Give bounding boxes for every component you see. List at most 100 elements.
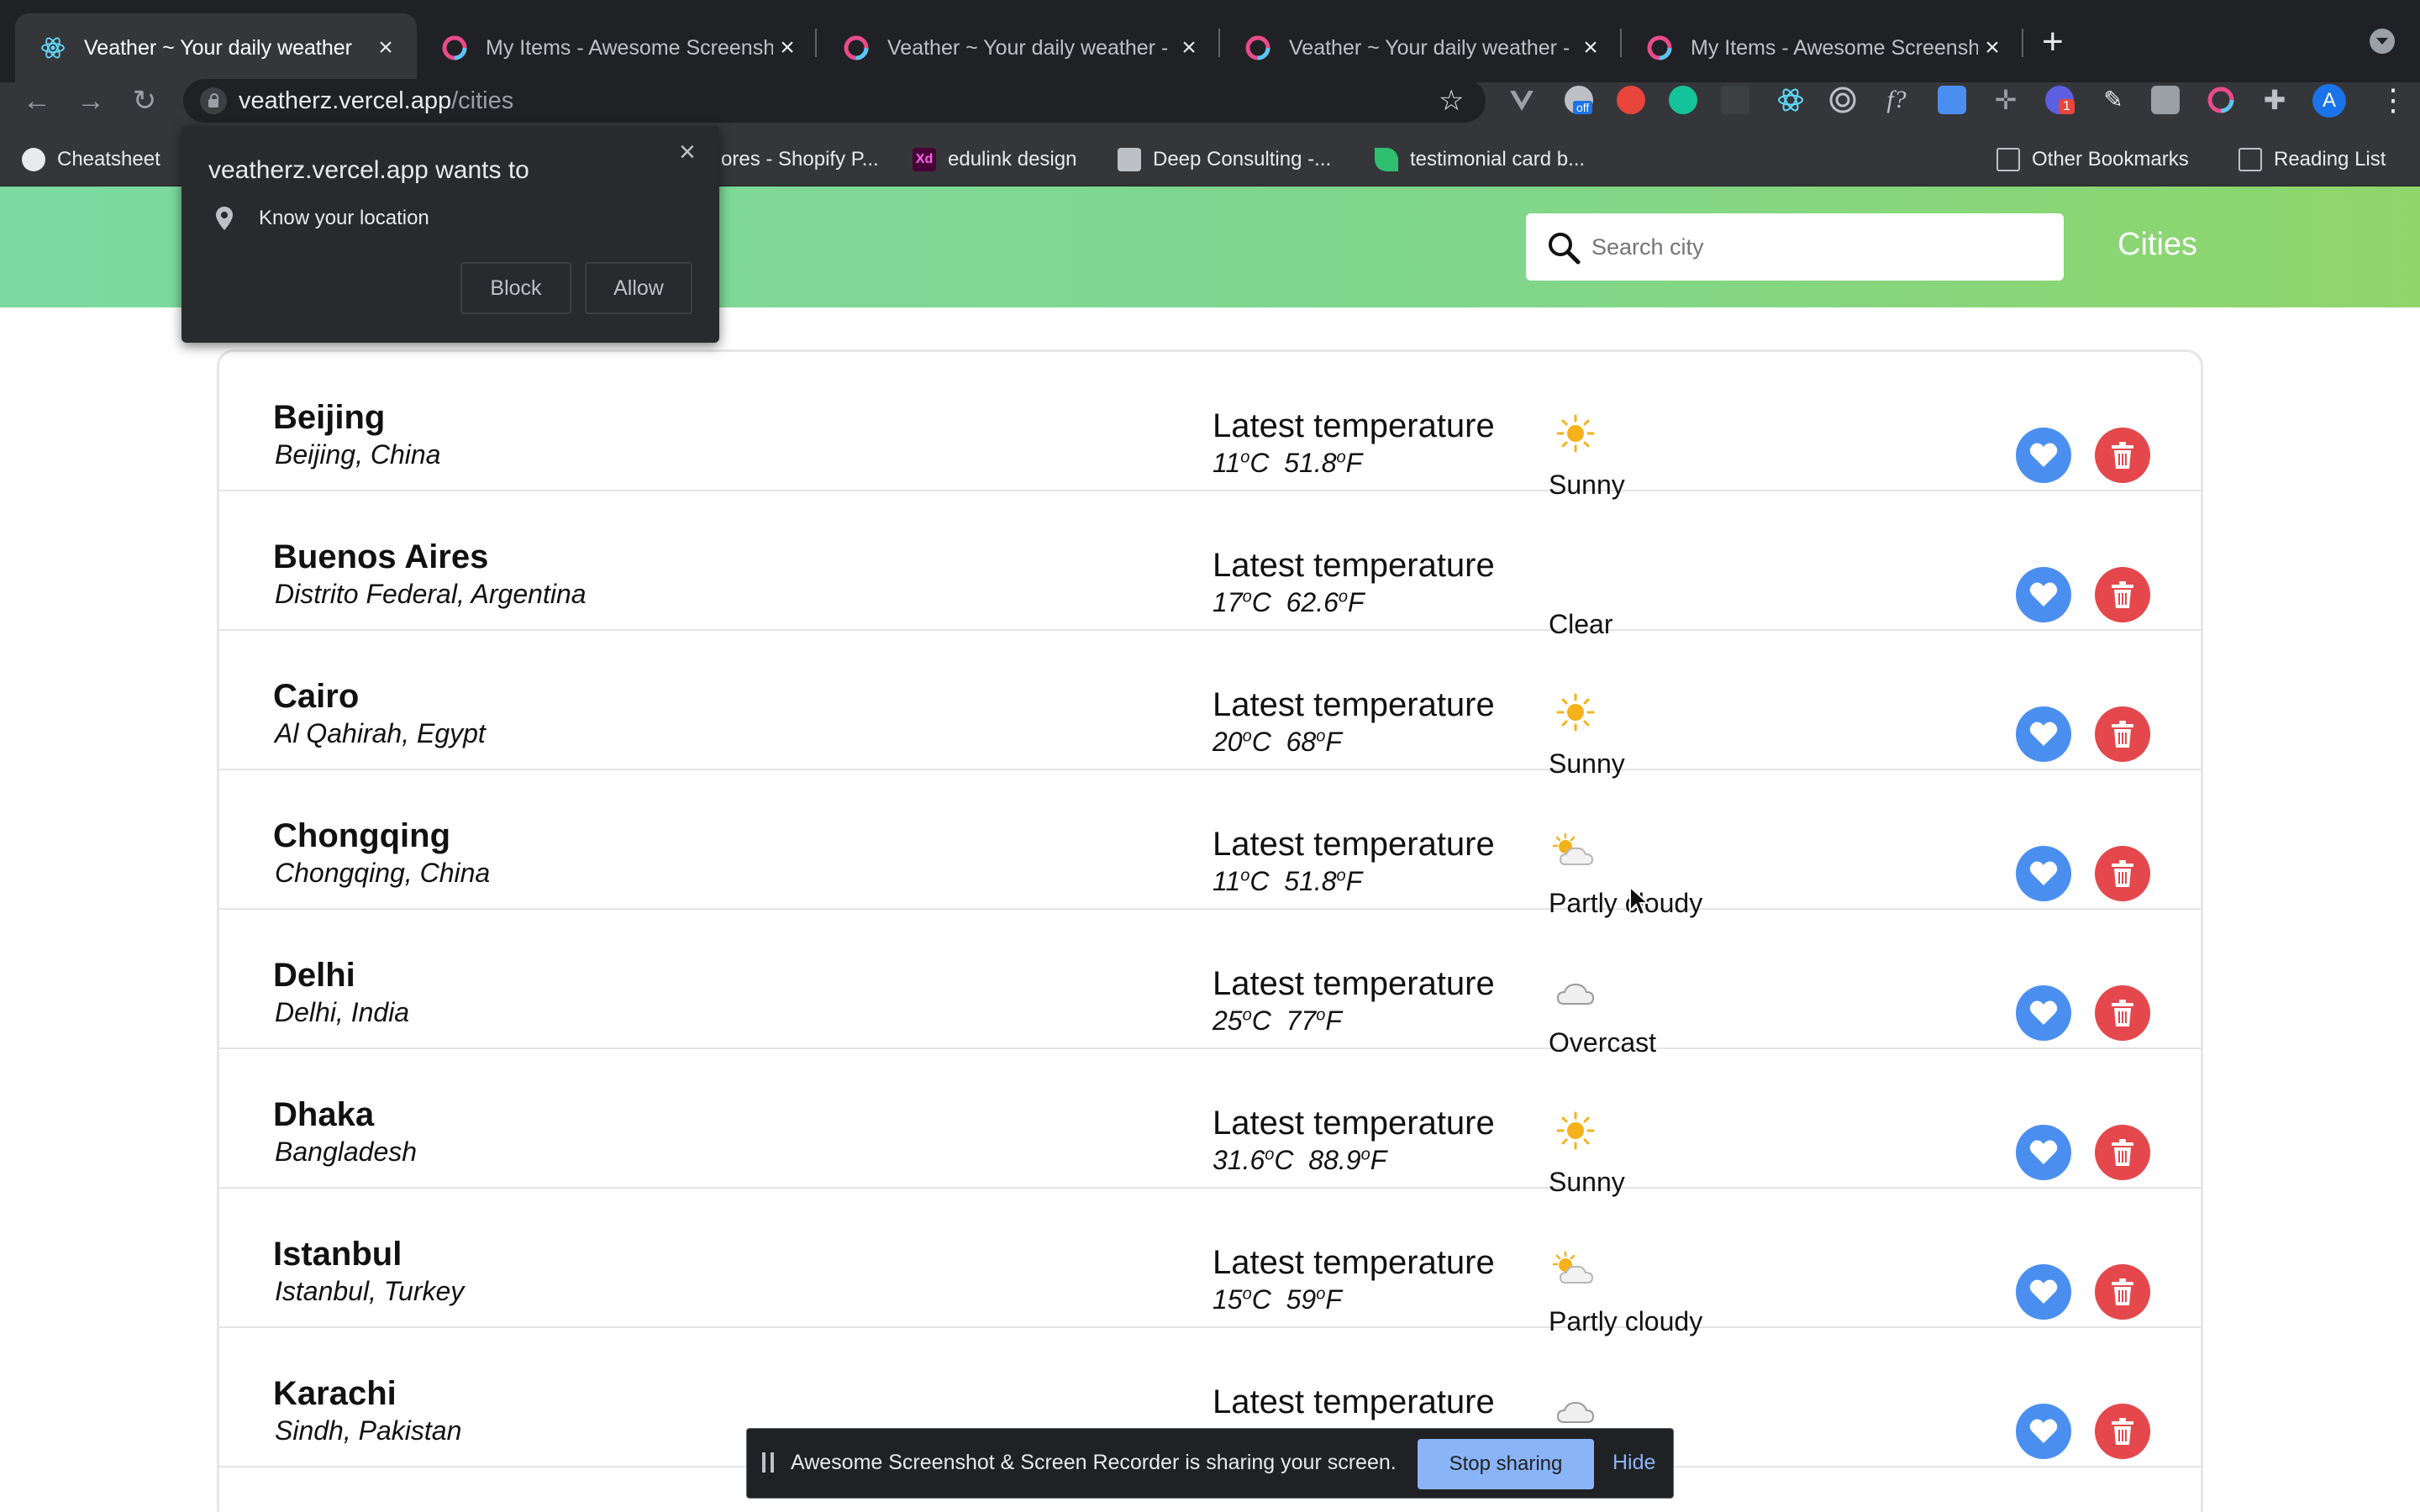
avatar[interactable]: A bbox=[2312, 84, 2346, 118]
bookmark-shopify[interactable]: ores - Shopify P... bbox=[721, 144, 879, 175]
hide-button[interactable]: Hide bbox=[1612, 1451, 1655, 1475]
font-identifier-icon[interactable]: f? bbox=[1882, 86, 1911, 114]
close-icon[interactable]: × bbox=[773, 34, 802, 62]
city-row[interactable]: Delhi Delhi, India Latest temperature 25oC … bbox=[219, 910, 2201, 1058]
favorite-button[interactable] bbox=[2016, 706, 2071, 762]
tab-veather-active[interactable]: Veather ~ Your daily weather × bbox=[15, 13, 417, 82]
delete-button[interactable] bbox=[2095, 985, 2150, 1041]
search-box[interactable] bbox=[1526, 213, 2064, 281]
tab-search-icon[interactable] bbox=[2370, 29, 2395, 54]
more-vert-icon[interactable]: ⋮ bbox=[2378, 82, 2408, 118]
bookmark-reading-list[interactable]: Reading List bbox=[2238, 144, 2386, 175]
nav-link-cities[interactable]: Cities bbox=[2118, 227, 2197, 263]
delete-button[interactable] bbox=[2095, 1404, 2150, 1459]
overcast-icon bbox=[1549, 969, 1602, 1014]
close-icon[interactable]: × bbox=[1576, 34, 1605, 62]
delete-button[interactable] bbox=[2095, 846, 2150, 901]
allow-button[interactable]: Allow bbox=[585, 262, 692, 314]
city-name[interactable]: Buenos Aires bbox=[273, 538, 488, 576]
bookmark-cheatsheet[interactable]: Cheatsheet bbox=[22, 144, 160, 175]
delete-button[interactable] bbox=[2095, 1264, 2150, 1320]
back-icon[interactable]: ← bbox=[20, 84, 54, 118]
vue-devtools-icon[interactable] bbox=[1507, 86, 1536, 114]
awesome-screenshot-icon[interactable] bbox=[2207, 86, 2235, 114]
favorite-button[interactable] bbox=[2016, 1404, 2071, 1459]
city-name[interactable]: Karachi bbox=[273, 1375, 397, 1413]
pause-icon[interactable] bbox=[762, 1452, 774, 1473]
react-devtools-icon[interactable] bbox=[1776, 86, 1805, 114]
city-name[interactable]: Dhaka bbox=[273, 1096, 374, 1134]
url-path: /cities bbox=[451, 87, 514, 114]
heart-icon bbox=[2029, 1419, 2058, 1443]
share-message: Awesome Screenshot & Screen Recorder is … bbox=[791, 1451, 1397, 1474]
close-icon[interactable]: × bbox=[679, 136, 696, 169]
close-icon[interactable]: × bbox=[1978, 34, 2007, 62]
color-picker-icon[interactable]: 1 bbox=[2045, 86, 2075, 114]
tab-my-items[interactable]: My Items - Awesome Screensh × bbox=[1622, 13, 2023, 82]
bookmark-other[interactable]: Other Bookmarks bbox=[1996, 144, 2189, 175]
bookmark-edulink[interactable]: Xd edulink design bbox=[913, 144, 1076, 175]
city-name[interactable]: Cairo bbox=[273, 678, 359, 716]
favorite-button[interactable] bbox=[2016, 428, 2071, 483]
tab-my-items[interactable]: My Items - Awesome Screensh × bbox=[417, 13, 818, 82]
adblock-icon[interactable] bbox=[1617, 86, 1645, 114]
trash-icon bbox=[2112, 442, 2133, 469]
extension-off-icon[interactable]: off bbox=[1565, 86, 1593, 114]
url-text: veatherz.vercel.app/cities bbox=[239, 87, 513, 115]
tab-veather[interactable]: Veather ~ Your daily weather - × bbox=[818, 13, 1220, 82]
city-name[interactable]: Delhi bbox=[273, 957, 355, 995]
forward-icon[interactable]: → bbox=[74, 84, 108, 118]
heart-icon bbox=[2029, 1000, 2058, 1025]
city-region: Beijing, China bbox=[275, 439, 441, 470]
new-tab-button[interactable]: + bbox=[2042, 24, 2064, 60]
heart-icon bbox=[2029, 722, 2058, 746]
grammarly-icon[interactable] bbox=[1669, 86, 1697, 114]
reload-icon[interactable]: ↻ bbox=[128, 84, 161, 118]
delete-button[interactable] bbox=[2095, 567, 2150, 622]
city-row[interactable]: Istanbul Istanbul, Turkey Latest temperatu… bbox=[219, 1189, 2201, 1336]
puzzle-icon[interactable]: ✚ bbox=[2260, 86, 2289, 114]
ruler-icon[interactable]: ✛ bbox=[1991, 86, 2020, 114]
favorite-button[interactable] bbox=[2016, 985, 2071, 1041]
bookmark-label: ores - Shopify P... bbox=[721, 148, 879, 171]
bookmark-testimonial[interactable]: testimonial card b... bbox=[1375, 144, 1585, 175]
temperature-label: Latest temperature bbox=[1213, 965, 1495, 1002]
pen-tool-icon[interactable] bbox=[1721, 86, 1749, 114]
delete-button[interactable] bbox=[2095, 1125, 2150, 1180]
block-button[interactable]: Block bbox=[460, 262, 571, 314]
city-name[interactable]: Chongqing bbox=[273, 817, 450, 855]
delete-button[interactable] bbox=[2095, 428, 2150, 483]
react-icon bbox=[40, 35, 66, 60]
trash-icon bbox=[2112, 860, 2133, 887]
city-row[interactable]: Beijing Beijing, China Latest temperature 1… bbox=[219, 352, 2201, 500]
delete-button[interactable] bbox=[2095, 706, 2150, 762]
city-name[interactable]: Beijing bbox=[273, 399, 385, 437]
search-input[interactable] bbox=[1591, 213, 2045, 281]
favorite-button[interactable] bbox=[2016, 846, 2071, 901]
address-bar[interactable]: veatherz.vercel.app/cities bbox=[183, 79, 1486, 123]
folder-icon bbox=[1996, 148, 2020, 171]
tab-veather[interactable]: Veather ~ Your daily weather - × bbox=[1220, 13, 1622, 82]
bookmark-label: Cheatsheet bbox=[57, 148, 160, 171]
shield-icon[interactable] bbox=[2151, 86, 2180, 114]
trash-icon bbox=[2112, 1278, 2133, 1305]
favorite-button[interactable] bbox=[2016, 1125, 2071, 1180]
city-row[interactable]: Buenos Aires Distrito Federal, Argentina L… bbox=[219, 491, 2201, 639]
awesome-screenshot-icon bbox=[844, 35, 869, 60]
favorite-button[interactable] bbox=[2016, 567, 2071, 622]
close-icon[interactable]: × bbox=[371, 34, 400, 62]
target-icon[interactable] bbox=[1828, 86, 1857, 114]
pin-icon[interactable]: ✎ bbox=[2099, 86, 2128, 114]
city-row[interactable]: Dhaka Bangladesh Latest temperature 31.6oC … bbox=[219, 1049, 2201, 1197]
share-icon[interactable] bbox=[1938, 86, 1966, 114]
bookmark-deep-consulting[interactable]: Deep Consulting -... bbox=[1118, 144, 1331, 175]
temperature-values: 20oC 68oF bbox=[1213, 727, 1342, 757]
city-row[interactable]: Chongqing Chongqing, China Latest temperat… bbox=[219, 770, 2201, 918]
stop-sharing-button[interactable]: Stop sharing bbox=[1418, 1439, 1594, 1489]
lock-icon[interactable] bbox=[200, 87, 227, 114]
city-name[interactable]: Istanbul bbox=[273, 1236, 402, 1273]
city-row[interactable]: Cairo Al Qahirah, Egypt Latest temperature… bbox=[219, 631, 2201, 779]
close-icon[interactable]: × bbox=[1175, 34, 1203, 62]
bookmark-star-icon[interactable]: ☆ bbox=[1439, 84, 1464, 118]
favorite-button[interactable] bbox=[2016, 1264, 2071, 1320]
